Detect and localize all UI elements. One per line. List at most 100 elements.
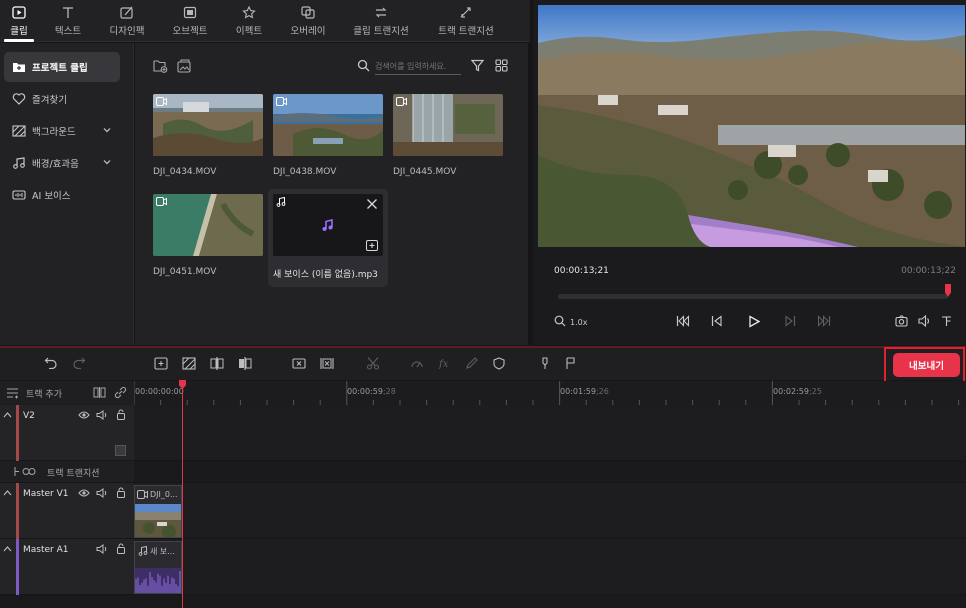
playhead-line[interactable]	[182, 381, 183, 608]
next-frame-icon[interactable]	[784, 315, 796, 327]
lock-icon[interactable]	[116, 409, 126, 420]
add-track-label[interactable]: 트랙 추가	[26, 387, 62, 400]
ruler-time: 00:00:00	[135, 387, 171, 396]
audio-clip[interactable]: 새 보...	[134, 541, 182, 594]
ripple-delete-icon[interactable]	[320, 357, 334, 370]
marker-icon[interactable]	[538, 357, 552, 370]
track-lane-a1[interactable]: 새 보...	[134, 539, 966, 595]
link-icon[interactable]	[114, 386, 127, 399]
pen-icon[interactable]	[465, 357, 479, 370]
track-transition-icon	[14, 467, 36, 476]
import-image-icon[interactable]	[177, 59, 192, 73]
delete-clip-icon[interactable]	[292, 357, 306, 370]
video-clip[interactable]: DJI_0...	[134, 485, 182, 538]
filter-icon[interactable]	[471, 59, 484, 72]
track-resize-handle[interactable]	[115, 445, 126, 456]
skip-to-start-icon[interactable]	[676, 315, 690, 327]
track-header-v2: V2	[0, 405, 134, 461]
object-icon	[183, 6, 197, 18]
zoom-level[interactable]: 1.0x	[570, 318, 587, 327]
track-controls-header: 트랙 추가	[0, 381, 134, 405]
eye-icon[interactable]	[78, 488, 90, 498]
tab-design-pack[interactable]: 디자인팩	[103, 0, 151, 42]
fullscreen-icon[interactable]	[940, 315, 953, 327]
sidebar-item-project-clips[interactable]: 프로젝트 클립	[4, 52, 120, 82]
collapse-icon[interactable]	[3, 545, 12, 552]
speaker-icon[interactable]	[96, 544, 108, 554]
snap-icon[interactable]	[93, 386, 106, 399]
grid-view-icon[interactable]	[495, 59, 508, 72]
speaker-icon[interactable]	[96, 488, 108, 498]
preview-scrubber[interactable]	[558, 294, 948, 299]
media-clip-thumbnail[interactable]	[153, 94, 263, 156]
track-transition-icon	[460, 6, 471, 18]
sidebar-item-ai-voice[interactable]: AI 보이스	[4, 180, 120, 210]
split-left-icon[interactable]	[210, 357, 224, 370]
folder-icon	[13, 63, 25, 72]
svg-text:fx: fx	[438, 359, 449, 370]
tab-clip-transition[interactable]: 클립 트랜지션	[347, 0, 415, 42]
collapse-icon[interactable]	[3, 489, 12, 496]
speed-icon[interactable]	[410, 357, 424, 370]
ruler-label-2: 00:01:59;26	[560, 387, 609, 396]
add-media-icon[interactable]	[154, 357, 168, 370]
chevron-down-icon[interactable]	[102, 157, 112, 167]
clip-name: DJI_0438.MOV	[273, 167, 337, 177]
media-clip-thumbnail[interactable]	[273, 94, 383, 156]
export-button[interactable]: 내보내기	[893, 353, 960, 377]
cut-icon[interactable]	[366, 357, 380, 370]
tab-clip[interactable]: 클립	[2, 0, 36, 42]
mask-shield-icon[interactable]	[492, 357, 506, 370]
effects-fx-icon[interactable]: fx	[438, 357, 452, 370]
chevron-down-icon[interactable]	[102, 125, 112, 135]
search-input[interactable]	[375, 58, 461, 75]
ruler-time: 00:02:59	[773, 387, 809, 396]
ruler-time: 00:01:59	[560, 387, 596, 396]
track-color-bar	[16, 539, 19, 595]
previous-frame-icon[interactable]	[711, 315, 723, 327]
tab-text[interactable]: 텍스트	[46, 0, 90, 42]
tab-object[interactable]: 오브젝트	[166, 0, 214, 42]
speaker-icon[interactable]	[96, 410, 108, 420]
skip-to-end-icon[interactable]	[817, 315, 831, 327]
video-preview-frame[interactable]	[538, 5, 965, 247]
track-lane-transition[interactable]	[134, 461, 966, 483]
tab-effect[interactable]: 이펙트	[228, 0, 270, 42]
track-lane-v1[interactable]: DJI_0...	[134, 483, 966, 539]
play-icon[interactable]	[748, 315, 760, 328]
flag-icon[interactable]	[564, 357, 578, 370]
ruler-time: 00:00:59	[347, 387, 383, 396]
timeline-ruler[interactable]: 00:00:00:00 00:00:59;28 00:01:59;26 00:0…	[134, 381, 966, 405]
split-right-icon[interactable]	[238, 357, 252, 370]
media-clip-thumbnail[interactable]	[393, 94, 503, 156]
tab-overlay[interactable]: 오버레이	[283, 0, 333, 42]
sidebar-item-music-sfx[interactable]: 배경/효과음	[4, 148, 120, 178]
ruler-label-0: 00:00:00:00	[135, 387, 184, 396]
background-fill-icon[interactable]	[182, 357, 196, 370]
collapse-icon[interactable]	[3, 411, 12, 418]
clip-filmstrip	[135, 504, 181, 537]
sidebar-item-favorites[interactable]: 즐겨찾기	[4, 84, 120, 114]
ruler-frames: ;28	[382, 387, 396, 396]
import-media-icon[interactable]	[153, 59, 168, 73]
close-icon[interactable]	[366, 198, 378, 210]
eye-icon[interactable]	[78, 410, 90, 420]
undo-icon[interactable]	[44, 357, 58, 369]
redo-icon[interactable]	[72, 357, 86, 369]
track-lane-v2[interactable]	[134, 405, 966, 461]
timeline-footer	[0, 595, 966, 608]
media-clip-thumbnail[interactable]	[153, 194, 263, 256]
snapshot-icon[interactable]	[895, 315, 908, 327]
lock-icon[interactable]	[116, 543, 126, 554]
tab-track-transition[interactable]: 트랙 트랜지션	[432, 0, 500, 42]
zoom-icon[interactable]	[554, 315, 566, 327]
preview-image	[538, 5, 965, 247]
track-menu-icon[interactable]	[6, 387, 19, 399]
clip-icon	[12, 5, 26, 19]
add-to-timeline-icon[interactable]	[366, 240, 378, 251]
sidebar-item-background[interactable]: 백그라운드	[4, 116, 120, 146]
audio-clip-card[interactable]: 새 보이스 (이름 없음).mp3	[268, 189, 388, 287]
total-time: 00:00:13;22	[901, 266, 956, 276]
volume-icon[interactable]	[918, 315, 931, 327]
lock-icon[interactable]	[116, 487, 126, 498]
